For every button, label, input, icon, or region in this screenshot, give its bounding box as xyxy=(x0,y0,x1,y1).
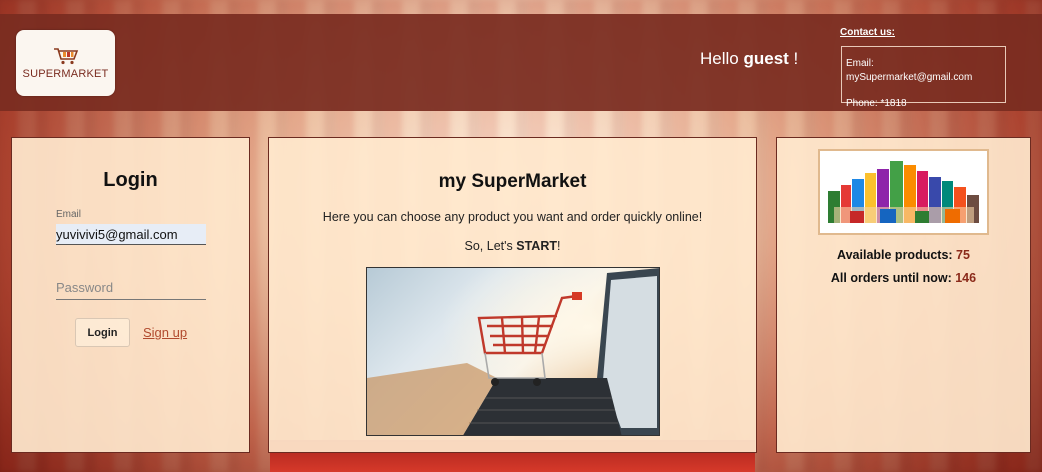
available-products-value: 75 xyxy=(956,248,970,262)
greeting-user: guest xyxy=(743,49,789,68)
start-prefix: So, Let's xyxy=(464,239,517,253)
products-illustration xyxy=(820,151,987,233)
main-title: my SuperMarket xyxy=(438,171,587,192)
laptop-cart-image xyxy=(366,267,660,436)
all-orders-value: 146 xyxy=(955,271,977,285)
login-title: Login xyxy=(103,169,158,191)
products-image xyxy=(818,149,989,235)
email-field[interactable] xyxy=(56,224,206,245)
logo[interactable]: SUPERMARKET xyxy=(16,30,115,96)
password-field[interactable] xyxy=(56,275,206,300)
contact-email: Email: mySupermarket@gmail.com xyxy=(846,58,973,83)
greeting-prefix: Hello xyxy=(700,49,744,68)
all-orders: All orders until now: 146 xyxy=(777,271,1030,285)
start-suffix: ! xyxy=(557,239,561,253)
logo-text: SUPERMARKET xyxy=(22,68,109,80)
start-bold: START xyxy=(516,239,557,253)
signup-link[interactable]: Sign up xyxy=(143,325,187,340)
main-description: Here you can choose any product you want… xyxy=(322,210,703,224)
contact-box: Email: mySupermarket@gmail.com Phone: *1… xyxy=(841,46,1006,109)
contact-title: Contact us: xyxy=(840,27,895,38)
login-button[interactable]: Login xyxy=(75,318,130,347)
header-bar: SUPERMARKET Hello guest ! Contact us: Em… xyxy=(0,14,1042,111)
stats-panel: Available products: 75 All orders until … xyxy=(776,137,1031,453)
all-orders-label: All orders until now: xyxy=(830,271,956,285)
contact-phone: Phone: *1818 xyxy=(846,98,907,109)
cart-logo-icon xyxy=(53,48,78,65)
available-products-label: Available products: xyxy=(837,248,957,262)
email-label: Email xyxy=(56,209,82,220)
login-panel: Login Email Login Sign up xyxy=(11,137,250,453)
greeting-suffix: ! xyxy=(788,49,799,68)
laptop-cart-illustration xyxy=(367,268,659,435)
available-products: Available products: 75 xyxy=(777,248,1030,262)
main-panel: my SuperMarket Here you can choose any p… xyxy=(268,137,757,453)
greeting: Hello guest ! xyxy=(700,49,798,69)
start-text: So, Let's START! xyxy=(269,239,756,253)
